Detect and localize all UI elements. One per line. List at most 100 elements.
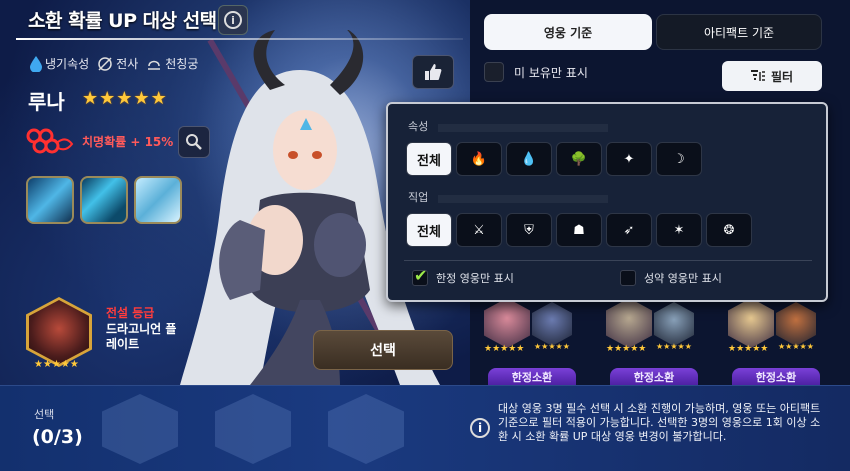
hero-detail-button[interactable] <box>178 126 210 158</box>
warrior-icon: ⚔ <box>473 222 485 238</box>
star-icon: ★ <box>99 88 116 109</box>
attribute-section-rule <box>438 124 608 132</box>
info-button[interactable]: i <box>218 5 248 35</box>
water-drop-icon <box>30 55 42 72</box>
constellation-only-label: 성약 영웅만 표시 <box>644 272 722 285</box>
fire-icon: 🔥 <box>470 151 488 167</box>
artifact-star-rating: ★★★★★ <box>778 342 814 351</box>
skill-1-icon[interactable] <box>26 176 74 224</box>
owned-only-toggle[interactable]: 미 보유만 표시 <box>484 62 588 82</box>
info-icon: i <box>470 418 490 438</box>
class-section-rule <box>438 195 608 203</box>
hero-star-rating: ★★★★★ <box>82 88 167 109</box>
filter-chip-knight-icon[interactable]: ⛨ <box>506 213 552 247</box>
artifact-portrait <box>654 302 694 346</box>
selected-slot-2[interactable] <box>215 394 291 464</box>
star-icon: ★ <box>82 88 99 109</box>
like-button[interactable] <box>412 55 454 89</box>
filter-chip-ice-icon[interactable]: 💧 <box>506 142 552 176</box>
star-icon: ★ <box>116 88 133 109</box>
filter-popup: 속성 전체 🔥 💧 🌳 ✦ ☽ 직업 전체 ⚔ ⛨ ☗ ➶ ✶ ❂ ✔ 한정 영웅만 표시 성약 영웅… <box>386 102 828 302</box>
filter-chip-warrior-icon[interactable]: ⚔ <box>456 213 502 247</box>
constellation-only-toggle[interactable]: 성약 영웅만 표시 <box>620 270 722 286</box>
chip-label: 전체 <box>417 224 441 240</box>
limited-summon-badge: 한정소환 <box>732 368 820 386</box>
skill-2-icon[interactable] <box>80 176 128 224</box>
dark-icon: ☽ <box>673 151 685 167</box>
hero-portrait <box>606 298 652 348</box>
light-icon: ✦ <box>623 151 635 167</box>
star-icon: ★ <box>60 359 70 370</box>
hero-star-rating: ★★★★★ <box>484 344 525 354</box>
filter-chip-ranger-icon[interactable]: ➶ <box>606 213 652 247</box>
owned-only-checkbox[interactable] <box>484 62 504 82</box>
hero-card-list: ★★★★★ ★★★★★ 한정소환 ★★★★★ ★★★★★ 한정소환 ★★★★★ ★★★★★ 한정… <box>482 296 824 386</box>
filter-chip-fire-icon[interactable]: 🔥 <box>456 142 502 176</box>
skill-list <box>26 176 182 224</box>
equipment-grade: 전설 등급 <box>106 306 155 320</box>
equipment-frame <box>26 297 92 367</box>
tab-artifact-basis[interactable]: 아티팩트 기준 <box>656 14 822 50</box>
filter-button[interactable]: 필터 <box>722 61 822 91</box>
ice-icon: 💧 <box>520 151 538 167</box>
hero-star-rating: ★★★★★ <box>728 344 769 354</box>
hero-card[interactable]: ★★★★★ ★★★★★ 한정소환 <box>604 296 702 386</box>
artifact-star-rating: ★★★★★ <box>534 342 570 351</box>
knight-icon: ⛨ <box>524 222 534 238</box>
filter-chip-thief-icon[interactable]: ☗ <box>556 213 602 247</box>
star-icon: ★ <box>133 88 150 109</box>
thumbs-up-icon <box>425 64 442 80</box>
equipment-art <box>29 300 89 364</box>
star-icon: ★ <box>42 359 52 370</box>
selected-slot-3[interactable] <box>328 394 404 464</box>
ranger-icon: ➶ <box>623 222 635 238</box>
filter-chip-light-icon[interactable]: ✦ <box>606 142 652 176</box>
filter-icon <box>750 70 765 81</box>
popup-divider <box>404 260 812 261</box>
chip-label: 전체 <box>417 153 441 169</box>
equipment-star-rating: ★ ★ ★ ★ ★ <box>34 359 79 370</box>
earth-icon: 🌳 <box>570 151 588 167</box>
limited-summon-badge: 한정소환 <box>488 368 576 386</box>
limited-only-checkbox[interactable]: ✔ <box>412 266 428 286</box>
hero-card[interactable]: ★★★★★ ★★★★★ 한정소환 <box>726 296 824 386</box>
constellation-only-checkbox[interactable] <box>620 270 636 286</box>
equipment-slot[interactable]: ★ ★ ★ ★ ★ <box>26 297 92 370</box>
page-title: 소환 확률 UP 대상 선택 <box>28 10 217 32</box>
attribute-chip-row: 전체 🔥 💧 🌳 ✦ ☽ <box>406 142 702 176</box>
star-icon: ★ <box>150 88 167 109</box>
artifact-portrait <box>776 302 816 346</box>
selected-slot-1[interactable] <box>102 394 178 464</box>
selection-notice: i 대상 영웅 3명 필수 선택 시 소환 진행이 가능하며, 영웅 또는 아티… <box>470 402 828 444</box>
star-icon: ★ <box>34 359 43 370</box>
select-button[interactable]: 선택 <box>313 330 453 370</box>
skill-3-icon[interactable] <box>134 176 182 224</box>
star-icon: ★ <box>69 359 79 370</box>
selection-count: (0/3) <box>32 426 83 448</box>
soul-weaver-icon: ❂ <box>723 222 735 238</box>
crit-bonus-icon <box>26 128 74 154</box>
tab-hero-basis[interactable]: 영웅 기준 <box>484 14 652 50</box>
attribute-element-label: 냉기속성 <box>45 57 90 71</box>
filter-chip-earth-icon[interactable]: 🌳 <box>556 142 602 176</box>
attribute-class-label: 전사 <box>116 57 139 71</box>
hero-attributes: 냉기속성 전사 천칭궁 <box>30 55 198 72</box>
hero-portrait <box>728 298 774 348</box>
filter-label: 필터 <box>770 69 794 84</box>
filter-chip-mage-icon[interactable]: ✶ <box>656 213 702 247</box>
attribute-section-label: 속성 <box>408 120 429 133</box>
filter-chip-soul-weaver-icon[interactable]: ❂ <box>706 213 752 247</box>
filter-chip-attr-all[interactable]: 전체 <box>406 142 452 176</box>
crit-bonus: 치명확률 + 15% <box>26 126 173 156</box>
warrior-class-icon <box>98 56 112 71</box>
filter-chip-class-all[interactable]: 전체 <box>406 213 452 247</box>
hero-card[interactable]: ★★★★★ ★★★★★ 한정소환 <box>482 296 580 386</box>
attribute-constellation-label: 천칭궁 <box>165 57 199 71</box>
filter-chip-dark-icon[interactable]: ☽ <box>656 142 702 176</box>
limited-only-label: 한정 영웅만 표시 <box>436 272 514 285</box>
title-divider <box>16 38 463 40</box>
equipment-name: 드라고니언 플레이트 <box>106 322 177 351</box>
limited-only-toggle[interactable]: ✔ 한정 영웅만 표시 <box>412 266 514 286</box>
magnifier-icon <box>186 134 202 150</box>
selection-label: 선택 <box>34 408 55 421</box>
